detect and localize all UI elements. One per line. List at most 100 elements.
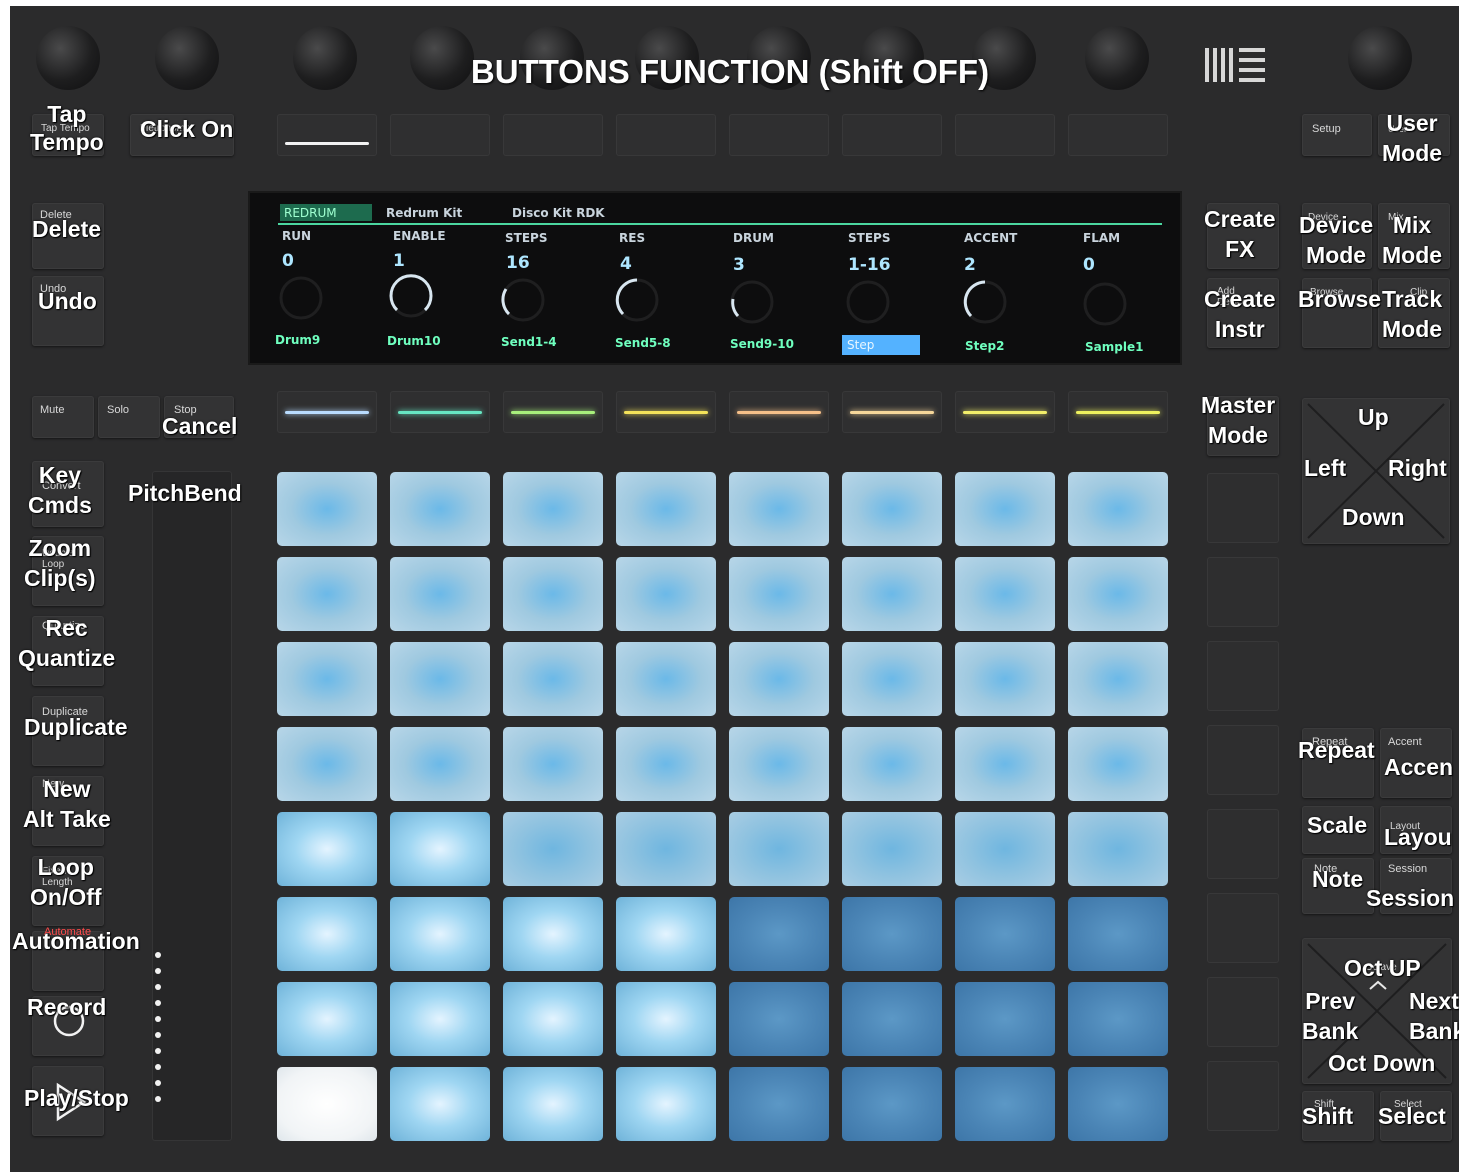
param-dial-icon-8 <box>1083 282 1127 326</box>
pad-r5-c6[interactable] <box>842 812 942 886</box>
upper-select-button-4[interactable] <box>616 114 716 156</box>
track-select-button-7[interactable] <box>955 391 1055 433</box>
pad-r3-c8[interactable] <box>1068 642 1168 716</box>
pad-r3-c7[interactable] <box>955 642 1055 716</box>
pad-r3-c1[interactable] <box>277 642 377 716</box>
encoder-knob-1[interactable] <box>293 26 357 90</box>
pad-r5-c2[interactable] <box>390 812 490 886</box>
track-select-button-5[interactable] <box>729 391 829 433</box>
track-select-button-8[interactable] <box>1068 391 1168 433</box>
upper-select-button-3[interactable] <box>503 114 603 156</box>
pad-r1-c8[interactable] <box>1068 472 1168 546</box>
pad-r8-c3[interactable] <box>503 1067 603 1141</box>
pad-r2-c8[interactable] <box>1068 557 1168 631</box>
pad-r7-c6[interactable] <box>842 982 942 1056</box>
pad-r5-c7[interactable] <box>955 812 1055 886</box>
pad-r4-c4[interactable] <box>616 727 716 801</box>
pad-r1-c3[interactable] <box>503 472 603 546</box>
upper-select-button-8[interactable] <box>1068 114 1168 156</box>
track-led-8 <box>1076 411 1160 414</box>
upper-select-button-6[interactable] <box>842 114 942 156</box>
display-tab-redrum-kit[interactable]: Redrum Kit <box>386 206 462 220</box>
pad-r1-c7[interactable] <box>955 472 1055 546</box>
pad-r2-c7[interactable] <box>955 557 1055 631</box>
pad-r3-c6[interactable] <box>842 642 942 716</box>
pad-r7-c8[interactable] <box>1068 982 1168 1056</box>
pad-r7-c2[interactable] <box>390 982 490 1056</box>
pad-r6-c3[interactable] <box>503 897 603 971</box>
pad-r8-c5[interactable] <box>729 1067 829 1141</box>
encoder-knob-8[interactable] <box>1085 26 1149 90</box>
pad-r1-c4[interactable] <box>616 472 716 546</box>
pad-r8-c4[interactable] <box>616 1067 716 1141</box>
pad-r7-c3[interactable] <box>503 982 603 1056</box>
pad-r3-c4[interactable] <box>616 642 716 716</box>
upper-select-button-1[interactable] <box>277 114 377 156</box>
pad-r3-c2[interactable] <box>390 642 490 716</box>
pad-r8-c8[interactable] <box>1068 1067 1168 1141</box>
pad-r4-c6[interactable] <box>842 727 942 801</box>
pad-r4-c7[interactable] <box>955 727 1055 801</box>
touch-strip[interactable] <box>152 471 232 1141</box>
pad-r8-c6[interactable] <box>842 1067 942 1141</box>
track-select-button-6[interactable] <box>842 391 942 433</box>
pad-r3-c3[interactable] <box>503 642 603 716</box>
scene-button-8[interactable] <box>1207 1061 1279 1131</box>
display-tab-disco-kit[interactable]: Disco Kit RDK <box>512 206 605 220</box>
pad-r1-c6[interactable] <box>842 472 942 546</box>
scene-button-3[interactable] <box>1207 641 1279 711</box>
scene-button-6[interactable] <box>1207 893 1279 963</box>
track-select-button-3[interactable] <box>503 391 603 433</box>
pad-r8-c2[interactable] <box>390 1067 490 1141</box>
pad-r4-c3[interactable] <box>503 727 603 801</box>
pad-r6-c5[interactable] <box>729 897 829 971</box>
pad-r8-c1[interactable] <box>277 1067 377 1141</box>
mute-button[interactable] <box>32 396 94 438</box>
pad-r1-c2[interactable] <box>390 472 490 546</box>
pad-r2-c6[interactable] <box>842 557 942 631</box>
pad-r6-c2[interactable] <box>390 897 490 971</box>
scene-button-2[interactable] <box>1207 557 1279 627</box>
pad-r4-c5[interactable] <box>729 727 829 801</box>
pad-r2-c4[interactable] <box>616 557 716 631</box>
upper-select-button-5[interactable] <box>729 114 829 156</box>
pad-r8-c7[interactable] <box>955 1067 1055 1141</box>
pad-r1-c1[interactable] <box>277 472 377 546</box>
scene-button-4[interactable] <box>1207 725 1279 795</box>
pad-r5-c5[interactable] <box>729 812 829 886</box>
solo-button[interactable] <box>98 396 160 438</box>
pad-r6-c4[interactable] <box>616 897 716 971</box>
pad-r4-c8[interactable] <box>1068 727 1168 801</box>
upper-select-button-2[interactable] <box>390 114 490 156</box>
scene-button-7[interactable] <box>1207 977 1279 1047</box>
upper-select-button-7[interactable] <box>955 114 1055 156</box>
pad-r7-c7[interactable] <box>955 982 1055 1056</box>
swing-knob[interactable] <box>155 26 219 90</box>
track-select-button-2[interactable] <box>390 391 490 433</box>
pad-r5-c4[interactable] <box>616 812 716 886</box>
pad-r2-c3[interactable] <box>503 557 603 631</box>
track-select-button-1[interactable] <box>277 391 377 433</box>
pad-r6-c7[interactable] <box>955 897 1055 971</box>
pad-r7-c4[interactable] <box>616 982 716 1056</box>
track-select-button-4[interactable] <box>616 391 716 433</box>
pad-r7-c5[interactable] <box>729 982 829 1056</box>
pad-r2-c2[interactable] <box>390 557 490 631</box>
scene-button-5[interactable] <box>1207 809 1279 879</box>
pad-r2-c1[interactable] <box>277 557 377 631</box>
pad-r4-c1[interactable] <box>277 727 377 801</box>
pad-r7-c1[interactable] <box>277 982 377 1056</box>
pad-r5-c8[interactable] <box>1068 812 1168 886</box>
pad-r5-c3[interactable] <box>503 812 603 886</box>
pad-r6-c1[interactable] <box>277 897 377 971</box>
master-volume-knob[interactable] <box>1348 26 1412 90</box>
pad-r6-c6[interactable] <box>842 897 942 971</box>
pad-r3-c5[interactable] <box>729 642 829 716</box>
pad-r5-c1[interactable] <box>277 812 377 886</box>
pad-r4-c2[interactable] <box>390 727 490 801</box>
pad-r6-c8[interactable] <box>1068 897 1168 971</box>
tempo-knob[interactable] <box>36 26 100 90</box>
pad-r2-c5[interactable] <box>729 557 829 631</box>
pad-r1-c5[interactable] <box>729 472 829 546</box>
scene-button-1[interactable] <box>1207 473 1279 543</box>
